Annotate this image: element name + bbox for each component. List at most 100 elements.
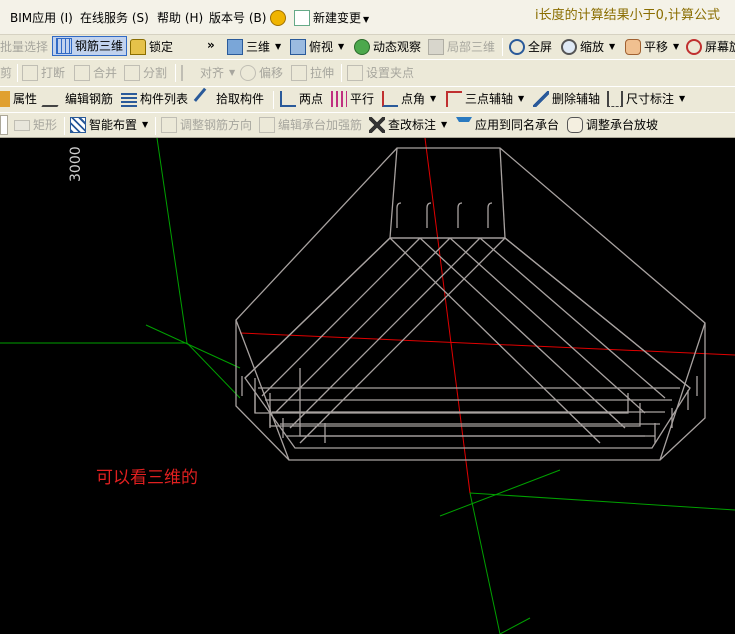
stretch-icon — [291, 65, 307, 81]
top-view-cube-icon — [290, 39, 306, 55]
check-annotation-button[interactable]: 查改标注 ▼ — [369, 115, 447, 135]
rebar-hook — [396, 202, 402, 228]
grip-icon — [347, 65, 363, 81]
warning-text: i长度的计算结果小于0,计算公式 — [535, 8, 721, 23]
rectangle-button[interactable]: 矩形 — [14, 115, 57, 135]
rotate-icon — [686, 39, 702, 55]
align-button[interactable]: 对齐 ▼ — [181, 63, 235, 83]
zoom-button[interactable]: 缩放 ▼ — [561, 37, 615, 57]
menu-new-change[interactable]: 新建变更 ▼ — [313, 8, 369, 28]
break-button[interactable]: 打断 — [22, 63, 65, 83]
edit-cap-icon — [259, 117, 275, 133]
split-button[interactable]: 分割 — [124, 63, 167, 83]
set-grip-button[interactable]: 设置夹点 — [347, 63, 414, 83]
fullscreen-button[interactable]: 全屏 — [509, 37, 552, 57]
separator — [175, 64, 176, 82]
dimension-button[interactable]: 尺寸标注 ▼ — [607, 89, 685, 109]
separator — [341, 64, 342, 82]
rebar — [244, 237, 391, 379]
slope-hand-icon — [567, 117, 583, 133]
apply-icon — [456, 117, 472, 133]
edit-cap-rebar-button[interactable]: 编辑承台加强筋 — [259, 115, 362, 135]
three-point-aux-button[interactable]: 三点辅轴 ▼ — [446, 89, 524, 109]
align-icon — [181, 65, 197, 81]
fullscreen-icon — [509, 39, 525, 55]
toolbar-component: 属性 编辑钢筋 构件列表 拾取构件 两点 平行 点角 ▼ 三点辅轴 ▼ 删除辅轴 尺… — [0, 86, 735, 112]
pick-component-button[interactable]: 拾取构件 — [193, 87, 264, 111]
grid-icon — [56, 38, 72, 54]
new-change-icon — [294, 10, 310, 26]
batch-select-button[interactable]: 批量选择 — [0, 37, 48, 57]
separator — [502, 38, 503, 56]
eraser-icon — [533, 91, 549, 107]
stretch-button[interactable]: 拉伸 — [291, 63, 334, 83]
merge-icon — [74, 65, 90, 81]
rebar-hook — [426, 202, 432, 228]
3d-viewport[interactable]: 3000 可以看三维的 — [0, 138, 735, 634]
dynamic-view-button[interactable]: 动态观察 — [354, 37, 421, 57]
pan-button[interactable]: 平移 ▼ — [625, 37, 679, 57]
hand-icon — [625, 39, 641, 55]
local-3d-button[interactable]: 局部三维 — [428, 37, 495, 57]
rebar-hook — [487, 202, 493, 228]
rebar — [269, 393, 641, 427]
properties-icon — [0, 91, 10, 107]
top-view-button[interactable]: 俯视 ▼ — [290, 37, 344, 57]
orbit-icon — [354, 39, 370, 55]
toolbar-view: 批量选择 钢筋三维 锁定 » 三维 ▼ 俯视 ▼ 动态观察 局部三维 全屏 缩放 ▼ … — [0, 35, 735, 59]
offset-button[interactable]: 偏移 — [240, 63, 283, 83]
axis-line-y — [439, 469, 561, 517]
lock-icon — [130, 39, 146, 55]
delete-aux-button[interactable]: 删除辅轴 — [533, 89, 600, 109]
parallel-button[interactable]: 平行 — [331, 89, 374, 109]
more-button[interactable]: » — [207, 35, 215, 55]
cube-icon — [227, 39, 243, 55]
adjust-cap-slope-button[interactable]: 调整承台放坡 — [567, 115, 658, 135]
local-3d-icon — [428, 39, 444, 55]
offset-icon — [240, 65, 256, 81]
two-points-button[interactable]: 两点 — [280, 89, 323, 109]
rebar-3d-button[interactable]: 钢筋三维 — [52, 36, 128, 56]
menu-bim[interactable]: BIM应用 (I) — [10, 8, 73, 28]
rebar-hook — [457, 202, 463, 228]
cap-edge — [499, 147, 506, 239]
dropdown-stub[interactable] — [0, 115, 8, 135]
split-icon — [124, 65, 140, 81]
smart-layout-icon — [70, 117, 86, 133]
rebar — [479, 237, 666, 399]
smart-layout-button[interactable]: 智能布置 ▼ — [70, 115, 148, 135]
face-icon[interactable] — [270, 10, 286, 26]
separator — [273, 91, 274, 109]
toolbar-edit: 剪 打断 合并 分割 对齐 ▼ 偏移 拉伸 设置夹点 — [0, 59, 735, 86]
menu-version[interactable]: 版本号 (B) — [209, 8, 266, 28]
screen-rotate-button[interactable]: 屏幕旋 — [686, 37, 735, 57]
pencil-icon — [41, 91, 67, 107]
merge-button[interactable]: 合并 — [74, 63, 117, 83]
parallel-axis-icon — [331, 91, 347, 107]
menu-online-service[interactable]: 在线服务 (S) — [80, 8, 149, 28]
viewport-canvas — [0, 138, 735, 634]
rebar — [261, 237, 421, 397]
adjust-rebar-direction-button[interactable]: 调整钢筋方向 — [161, 115, 252, 135]
separator — [64, 117, 65, 135]
pile-cap-wireframe — [235, 147, 706, 461]
cut-button[interactable]: 剪 — [0, 63, 12, 83]
magnifier-icon — [561, 39, 577, 55]
three-point-axis-icon — [446, 91, 462, 107]
adjust-direction-icon — [161, 117, 177, 133]
edit-rebar-button[interactable]: 编辑钢筋 — [41, 89, 113, 109]
3d-view-button[interactable]: 三维 ▼ — [227, 37, 281, 57]
menu-help[interactable]: 帮助 (H) — [157, 8, 203, 28]
dimension-label: 3000 — [68, 146, 84, 182]
menu-bar: BIM应用 (I) 在线服务 (S) 帮助 (H) 版本号 (B) 新建变更 ▼ … — [0, 0, 735, 35]
point-angle-icon — [382, 91, 398, 107]
rectangle-icon — [14, 119, 30, 131]
list-icon — [121, 91, 137, 107]
component-list-button[interactable]: 构件列表 — [121, 89, 188, 109]
apply-same-cap-button[interactable]: 应用到同名承台 — [456, 115, 559, 135]
dimension-icon — [607, 91, 623, 107]
axis-line-y — [469, 492, 735, 511]
point-angle-button[interactable]: 点角 ▼ — [382, 89, 436, 109]
lock-button[interactable]: 锁定 — [130, 37, 173, 57]
properties-button[interactable]: 属性 — [0, 89, 37, 109]
